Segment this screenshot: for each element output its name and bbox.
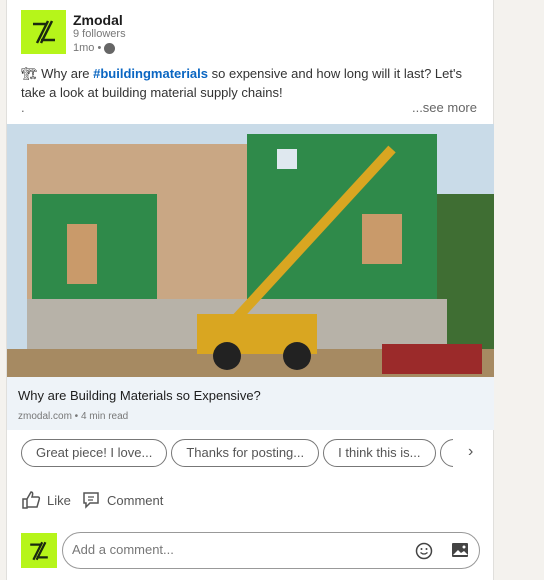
comment-button[interactable]: Comment xyxy=(81,490,163,510)
post-time: 1mo • xyxy=(73,42,102,54)
comment-label: Comment xyxy=(107,492,164,508)
hashtag-link[interactable]: #buildingmaterials xyxy=(93,66,208,81)
company-logo[interactable] xyxy=(21,10,66,54)
building-emoji-icon: 🏗 xyxy=(21,66,38,81)
like-label: Like xyxy=(47,492,71,508)
see-more-button[interactable]: ...see more xyxy=(412,100,477,115)
post-text: 🏗 Why are #buildingmaterials so expensiv… xyxy=(21,66,462,100)
comment-box xyxy=(62,532,480,569)
suggestion-chip[interactable]: Thanks for posting... xyxy=(171,439,320,467)
article-image[interactable] xyxy=(7,124,494,377)
chevron-right-icon[interactable]: › xyxy=(468,443,473,461)
suggested-comments: Great piece! I love... Thanks for posting… xyxy=(21,439,453,468)
author-name[interactable]: Zmodal xyxy=(73,12,123,28)
post-time-row: 1mo • xyxy=(73,42,116,54)
post-dot: . xyxy=(21,100,25,115)
article-meta: zmodal.com • 4 min read xyxy=(18,411,129,422)
follower-count: 9 followers xyxy=(73,28,126,40)
comment-icon xyxy=(83,492,99,509)
suggestion-chip[interactable]: I think this is... xyxy=(323,439,436,467)
image-icon[interactable] xyxy=(451,542,469,558)
user-avatar[interactable] xyxy=(21,533,57,568)
comment-input[interactable] xyxy=(72,542,392,557)
emoji-icon[interactable] xyxy=(415,542,433,560)
thumbs-up-icon xyxy=(22,491,41,509)
suggestion-chip[interactable]: W xyxy=(439,439,453,467)
article-link[interactable]: Why are Building Materials so Expensive?… xyxy=(7,377,494,430)
suggestion-chip[interactable]: Great piece! I love... xyxy=(21,439,168,467)
article-title[interactable]: Why are Building Materials so Expensive? xyxy=(18,388,261,403)
globe-icon xyxy=(104,42,116,54)
post-card: Zmodal 9 followers 1mo • 🏗 Why are #buil… xyxy=(6,0,494,580)
like-button[interactable]: Like xyxy=(21,490,71,510)
